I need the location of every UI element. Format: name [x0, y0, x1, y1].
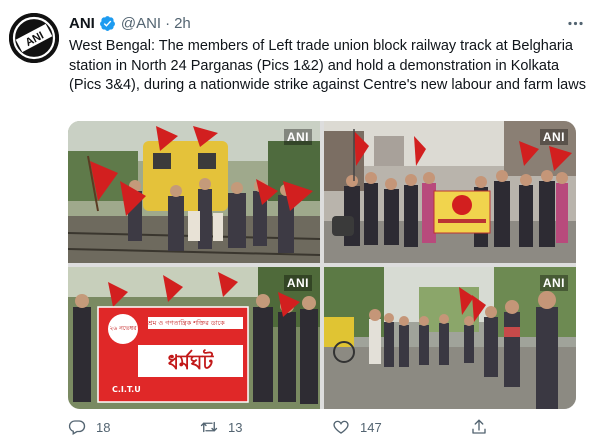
photo-1[interactable]: ANI — [68, 121, 320, 263]
ani-logo-icon: ANI — [9, 13, 59, 63]
share-icon — [472, 419, 486, 434]
more-options-icon[interactable] — [564, 13, 586, 33]
photo-2[interactable]: ANI — [324, 121, 576, 263]
reply-count: 18 — [96, 419, 111, 435]
ani-watermark: ANI — [539, 275, 568, 291]
street-march-image — [324, 267, 576, 409]
banner-footer-text: C.I.T.U — [112, 385, 141, 394]
ani-watermark: ANI — [539, 129, 568, 145]
banner-badge: ২৬ নভেম্বর — [109, 325, 137, 332]
banner-main-text: ধর্মঘট — [167, 350, 214, 374]
photo-4[interactable]: ANI — [324, 267, 576, 409]
timestamp[interactable]: 2h — [174, 15, 191, 32]
like-count: 147 — [360, 419, 382, 435]
share-button[interactable] — [470, 418, 488, 436]
photo-3[interactable]: ANI ২৬ নভেম্বর শ্রম ও গণতান্ত্রিক শক্তির… — [68, 267, 320, 409]
railway-protest-image — [68, 121, 320, 263]
ani-avatar[interactable]: ANI — [9, 13, 59, 63]
retweet-icon — [200, 421, 218, 433]
ani-watermark: ANI — [283, 275, 312, 291]
verified-badge-icon — [99, 15, 116, 32]
street-rally-image — [324, 121, 576, 263]
separator-dot: · — [165, 14, 171, 32]
retweet-count: 13 — [228, 419, 243, 435]
ani-watermark: ANI — [283, 129, 312, 145]
like-button[interactable]: 147 — [332, 418, 382, 436]
banner-text-group: ২৬ নভেম্বর শ্রম ও গণতান্ত্রিক শক্তির ডাক… — [98, 307, 248, 402]
display-name[interactable]: ANI — [69, 15, 95, 32]
handle[interactable]: @ANI — [121, 15, 161, 32]
tweet-header: ANI @ANI · 2h — [69, 13, 191, 33]
tweet-actions: 18 13 147 — [68, 418, 588, 440]
retweet-button[interactable]: 13 — [200, 418, 242, 436]
media-grid: ANI ANI ANI ২৬ নভেম্বর শ্রম ও গণতান্ত্রি… — [68, 121, 576, 409]
heart-icon — [333, 420, 349, 434]
reply-button[interactable]: 18 — [68, 418, 110, 436]
tweet-text: West Bengal: The members of Left trade u… — [69, 38, 586, 93]
tweet[interactable]: ANI ANI @ANI · 2h West Bengal: The membe… — [0, 0, 604, 448]
banner-top-text: শ্রম ও গণতান্ত্রিক শক্তির ডাকে — [148, 319, 225, 327]
reply-icon — [68, 420, 86, 435]
